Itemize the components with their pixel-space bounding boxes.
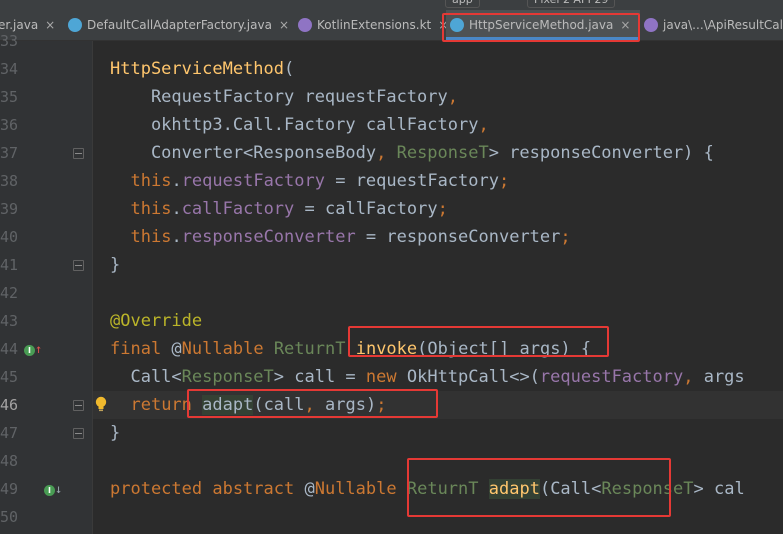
code-token: protected abstract xyxy=(110,479,305,499)
code-token: responseConverter xyxy=(181,227,356,247)
code-token: , xyxy=(683,367,704,387)
fold-icon[interactable] xyxy=(73,400,84,411)
code-token: @ xyxy=(304,479,315,499)
code-line: ​ xyxy=(110,279,745,307)
code-token: @Override xyxy=(110,311,203,331)
code-token: RequestFactory requestFactory xyxy=(110,87,448,107)
line-number: 35 xyxy=(0,88,19,106)
code-line: RequestFactory requestFactory, xyxy=(110,83,745,111)
code-token: callFactory xyxy=(181,199,295,219)
gutter-separator xyxy=(92,41,93,534)
code-token: , xyxy=(478,115,489,135)
device-selector[interactable]: Pixel 2 API 29 xyxy=(527,0,616,8)
line-number: 39 xyxy=(0,200,19,218)
line-number: 40 xyxy=(0,228,19,246)
code-token: . xyxy=(171,199,182,219)
code-editor[interactable]: ​HttpServiceMethod( RequestFactory reque… xyxy=(110,27,745,531)
code-token: @ xyxy=(171,339,182,359)
editor-gutter: 33 34 35 36 37 38 39 40 41 42 43 44 45 46 47 48 49 50 I ↑ I ↓ xyxy=(0,32,92,534)
fold-icon[interactable] xyxy=(73,260,84,271)
code-token: ( xyxy=(284,59,295,79)
code-token: } xyxy=(110,423,121,443)
toolbar-partial: app Pixel 2 API 29 xyxy=(0,0,783,10)
code-token: = callFactory xyxy=(294,199,438,219)
code-token: = requestFactory xyxy=(324,171,499,191)
code-line: this.requestFactory = requestFactory; xyxy=(110,167,745,195)
code-token: . xyxy=(171,227,182,247)
line-number: 38 xyxy=(0,172,19,190)
highlight-box-adapt-call xyxy=(187,389,438,418)
file-type-icon xyxy=(68,18,82,32)
line-number: 44 xyxy=(0,340,19,358)
code-token: ; xyxy=(498,171,510,191)
code-token: } xyxy=(110,255,121,275)
code-token: > cal xyxy=(693,479,745,499)
code-token: Converter<ResponseBody xyxy=(110,143,377,163)
code-token: ; xyxy=(560,227,571,247)
code-token: this xyxy=(130,171,172,191)
override-icon[interactable]: I ↑ xyxy=(24,342,42,357)
code-token: this xyxy=(130,227,172,247)
code-line: HttpServiceMethod( xyxy=(110,55,745,83)
line-number: 36 xyxy=(0,116,19,134)
code-token: args xyxy=(703,367,745,387)
line-number: 41 xyxy=(0,256,19,274)
code-line: okhttp3.Call.Factory callFactory, xyxy=(110,111,745,139)
line-number: 50 xyxy=(0,508,19,526)
code-token: HttpServiceMethod xyxy=(110,59,284,79)
code-token: ResponseT xyxy=(396,143,489,163)
code-token: Nullable xyxy=(181,339,264,359)
code-token: ResponseT xyxy=(181,367,274,387)
code-token: , xyxy=(447,87,459,107)
code-token: ; xyxy=(437,199,448,219)
code-token: Nullable xyxy=(314,479,397,499)
line-number: 37 xyxy=(0,144,19,162)
line-number: 33 xyxy=(0,32,19,50)
code-token: requestFactory xyxy=(539,367,684,387)
line-number: 47 xyxy=(0,424,19,442)
implemented-icon[interactable]: I ↓ xyxy=(44,482,62,497)
code-line: } xyxy=(110,419,745,447)
code-token: OkHttpCall<>( xyxy=(406,367,540,387)
lightbulb-icon[interactable] xyxy=(94,396,108,414)
close-tab-icon[interactable]: × xyxy=(45,18,55,32)
line-number: 48 xyxy=(0,452,19,470)
code-token: new xyxy=(365,367,407,387)
code-token: > call = xyxy=(273,367,366,387)
code-line: this.callFactory = callFactory; xyxy=(110,195,745,223)
code-token: Call< xyxy=(110,367,182,387)
code-token: requestFactory xyxy=(181,171,325,191)
code-line: Call<ResponseT> call = new OkHttpCall<>(… xyxy=(110,363,745,391)
line-number: 43 xyxy=(0,312,19,330)
highlight-box-adapt-decl xyxy=(407,458,671,517)
code-line: } xyxy=(110,251,745,279)
code-line: ​ xyxy=(110,27,745,55)
code-token: this xyxy=(130,199,172,219)
line-number: 49 xyxy=(0,480,19,498)
code-token: > responseConverter) { xyxy=(488,143,714,163)
line-number: 34 xyxy=(0,60,19,78)
code-token: ReturnT xyxy=(273,339,346,359)
line-number: 42 xyxy=(0,284,19,302)
highlight-box-active-tab xyxy=(442,13,640,42)
code-token: final xyxy=(110,339,172,359)
code-token: = responseConverter xyxy=(355,227,561,247)
code-token: . xyxy=(171,171,182,191)
highlight-box-invoke xyxy=(348,326,609,357)
line-number: 46 xyxy=(0,396,19,414)
fold-icon[interactable] xyxy=(73,428,84,439)
fold-icon[interactable] xyxy=(73,148,84,159)
code-line: Converter<ResponseBody, ResponseT> respo… xyxy=(110,139,745,167)
code-line: this.responseConverter = responseConvert… xyxy=(110,223,745,251)
code-token: , xyxy=(376,143,397,163)
line-number: 45 xyxy=(0,368,19,386)
run-config-selector[interactable]: app xyxy=(445,0,480,8)
code-token: okhttp3.Call.Factory callFactory xyxy=(110,115,479,135)
